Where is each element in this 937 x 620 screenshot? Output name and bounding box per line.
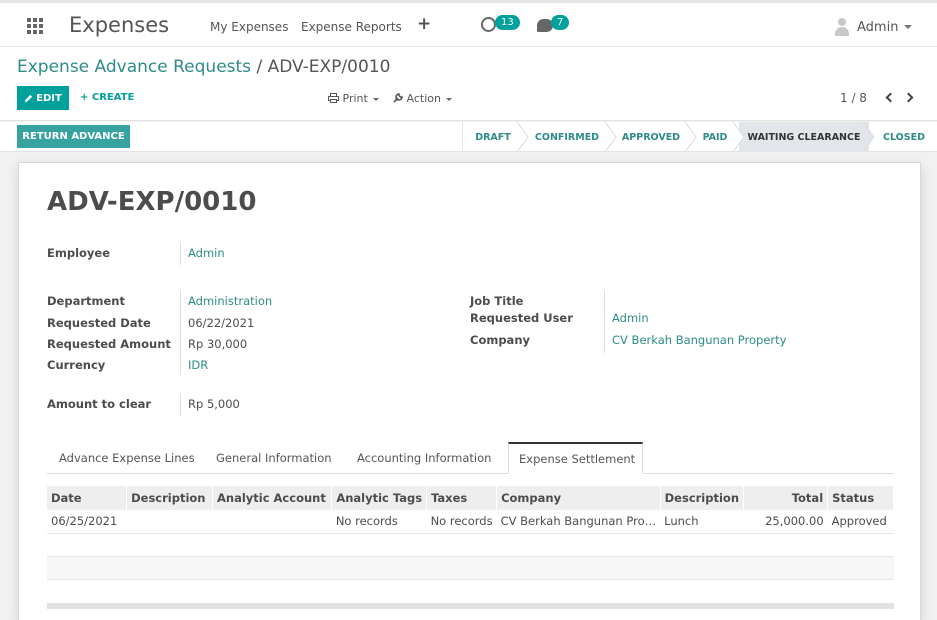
company-field[interactable]: CV Berkah Bangunan Property [612,333,786,347]
table-row[interactable]: 06/25/2021 No records No records CV Berk… [47,510,894,534]
cell-date: 06/25/2021 [47,510,127,534]
column-header-taxes[interactable]: Taxes [426,486,498,510]
clock-icon [481,17,496,32]
breadcrumb-separator: / [256,57,263,77]
tab-advance-expense-lines[interactable]: Advance Expense Lines [59,442,195,474]
stage-separator [605,122,617,152]
field-divider [180,243,181,265]
amount-to-clear-field[interactable]: Rp 5,000 [188,397,240,411]
currency-label: Currency [47,358,106,372]
chevron-left-icon[interactable] [885,92,896,103]
control-panel: Expense Advance Requests / ADV-EXP/0010 … [0,47,937,121]
print-menu[interactable]: Print [328,92,379,105]
requested-date-field[interactable]: 06/22/2021 [188,316,254,330]
nav-plus-menu[interactable]: + [417,14,431,34]
form-sheet: ADV-EXP/0010 Employee Admin Department R… [18,162,921,620]
employee-label: Employee [47,246,111,260]
nav-my-expenses[interactable]: My Expenses [210,20,288,34]
requested-user-field[interactable]: Admin [612,311,649,325]
cell-taxes: No records [426,510,497,534]
stage-confirmed[interactable]: CONFIRMED [523,122,611,152]
stage-separator [733,122,745,152]
field-divider [180,394,181,416]
chevron-right-icon[interactable] [903,92,914,103]
edit-button[interactable]: EDIT [17,86,69,110]
nav-expense-reports[interactable]: Expense Reports [301,20,402,34]
cell-total: 25,000.00 [743,510,828,534]
activity-count-badge: 13 [495,15,520,30]
table-header-row: Date Description Analytic Account Analyt… [47,486,894,510]
cell-status: Approved [827,510,894,534]
column-header-company[interactable]: Company [496,486,661,510]
notebook-tabs: Advance Expense Lines General Informatio… [47,442,894,474]
apps-menu-icon[interactable] [27,18,43,34]
cell-analytic-tags: No records [331,510,427,534]
column-header-total[interactable]: Total [743,486,829,510]
pager-value[interactable]: 1 / 8 [840,91,867,105]
field-divider [180,291,181,375]
create-button[interactable]: + CREATE [80,92,134,103]
column-header-analytic-account[interactable]: Analytic Account [212,486,333,510]
column-header-date[interactable]: Date [47,486,128,510]
field-divider [604,291,605,353]
return-advance-button[interactable]: RETURN ADVANCE [17,125,130,148]
user-name: Admin [857,20,899,35]
requested-amount-label: Requested Amount [47,337,171,351]
empty-row [47,533,894,557]
stage-paid[interactable]: PAID [691,122,739,152]
avatar [834,18,850,36]
requested-amount-field[interactable]: Rp 30,000 [188,337,247,351]
cell-line-description: Lunch [660,510,744,534]
company-label: Company [470,333,530,347]
action-menu[interactable]: Action [393,92,452,105]
edit-label: EDIT [36,92,62,104]
stage-separator [685,122,697,152]
breadcrumb-parent[interactable]: Expense Advance Requests [17,57,251,77]
column-header-analytic-tags[interactable]: Analytic Tags [331,486,428,510]
breadcrumb: Expense Advance Requests / ADV-EXP/0010 [17,57,390,77]
department-field[interactable]: Administration [188,294,272,308]
currency-field[interactable]: IDR [188,358,208,372]
department-label: Department [47,294,125,308]
status-bar: RETURN ADVANCE DRAFT CONFIRMED APPROVED … [0,122,937,152]
column-header-status[interactable]: Status [827,486,894,510]
message-count-badge: 7 [551,15,570,30]
requested-date-label: Requested Date [47,316,151,330]
top-navbar: Expenses My Expenses Expense Reports + 1… [0,0,937,47]
stage-approved[interactable]: APPROVED [611,122,691,152]
stage-draft[interactable]: DRAFT [463,122,523,152]
app-title[interactable]: Expenses [69,13,169,37]
tab-expense-settlement[interactable]: Expense Settlement [508,442,643,474]
tab-accounting-information[interactable]: Accounting Information [357,442,491,474]
action-label: Action [406,92,441,105]
caret-down-icon [445,97,452,101]
cell-description [126,510,213,534]
empty-row [47,556,894,580]
tab-general-information[interactable]: General Information [216,442,332,474]
cell-analytic-account [212,510,332,534]
caret-down-icon [372,97,379,101]
cell-company: CV Berkah Bangunan Pro… [496,510,661,534]
stage-waiting-clearance[interactable]: WAITING CLEARANCE [739,122,869,152]
wrench-icon [393,93,403,103]
print-icon [328,93,339,103]
print-label: Print [342,92,368,105]
document-title: ADV-EXP/0010 [47,187,257,217]
column-header-description[interactable]: Description [126,486,213,510]
caret-down-icon [904,25,912,29]
settlement-table: Date Description Analytic Account Analyt… [47,486,894,580]
stage-closed[interactable]: CLOSED [869,122,937,152]
pencil-icon [25,94,33,102]
requested-user-label: Requested User [470,311,573,325]
stage-separator [517,122,529,152]
job-title-label: Job Title [470,294,524,308]
column-header-line-description[interactable]: Description [660,486,745,510]
employee-field[interactable]: Admin [188,246,225,260]
stage-pipeline: DRAFT CONFIRMED APPROVED PAID WAITING CL… [462,122,925,152]
stage-separator [863,122,875,152]
table-footer-bar [47,603,894,609]
breadcrumb-current: ADV-EXP/0010 [267,57,391,77]
amount-to-clear-label: Amount to clear [47,397,152,411]
